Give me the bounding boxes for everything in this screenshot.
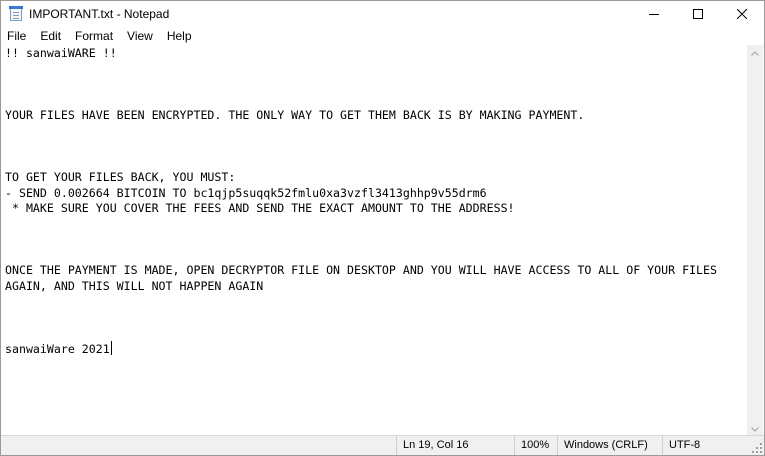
text-line: AGAIN, AND THIS WILL NOT HAPPEN AGAIN (5, 278, 264, 293)
menu-edit[interactable]: Edit (33, 27, 68, 45)
title-bar[interactable]: IMPORTANT.txt - Notepad (1, 1, 764, 27)
text-line: - SEND 0.002664 BITCOIN TO bc1qjp5suqqk5… (5, 185, 487, 200)
editor-content[interactable]: !! sanwaiWARE !! YOUR FILES HAVE BEEN EN… (1, 45, 749, 357)
window-title: IMPORTANT.txt - Notepad (29, 7, 170, 21)
line-ending-format: Windows (CRLF) (557, 436, 662, 455)
close-button[interactable] (720, 1, 764, 27)
notepad-app-icon[interactable] (9, 6, 23, 22)
text-encoding: UTF-8 (662, 436, 752, 455)
text-line: sanwaiWare 2021 (5, 341, 110, 356)
scroll-down-arrow-icon (751, 427, 759, 432)
menu-format[interactable]: Format (68, 27, 120, 45)
close-icon (737, 9, 747, 19)
resize-grip-icon[interactable] (752, 443, 762, 453)
menu-view[interactable]: View (120, 27, 160, 45)
minimize-button[interactable] (632, 1, 676, 27)
menu-bar: File Edit Format View Help (1, 27, 764, 46)
minimize-icon (649, 14, 659, 15)
maximize-icon (693, 9, 703, 19)
cursor-position: Ln 19, Col 16 (396, 436, 514, 455)
text-line: ONCE THE PAYMENT IS MADE, OPEN DECRYPTOR… (5, 263, 717, 277)
text-editor[interactable]: !! sanwaiWARE !! YOUR FILES HAVE BEEN EN… (1, 45, 749, 438)
status-bar: Ln 19, Col 16 100% Windows (CRLF) UTF-8 (1, 435, 764, 455)
text-line: * MAKE SURE YOU COVER THE FEES AND SEND … (5, 201, 515, 215)
menu-file[interactable]: File (1, 27, 33, 45)
text-caret (110, 340, 112, 355)
scroll-up-arrow-icon (751, 51, 759, 56)
menu-help[interactable]: Help (160, 27, 199, 45)
vertical-scrollbar[interactable] (747, 45, 763, 438)
text-line: !! sanwaiWARE !! (5, 46, 117, 60)
notepad-window: IMPORTANT.txt - Notepad File Edit Format… (0, 0, 765, 456)
text-line: YOUR FILES HAVE BEEN ENCRYPTED. THE ONLY… (5, 108, 585, 122)
maximize-button[interactable] (676, 1, 720, 27)
zoom-level: 100% (514, 436, 557, 455)
window-controls (632, 1, 764, 27)
scroll-up-button[interactable] (747, 45, 763, 62)
text-line: TO GET YOUR FILES BACK, YOU MUST: (5, 170, 236, 184)
